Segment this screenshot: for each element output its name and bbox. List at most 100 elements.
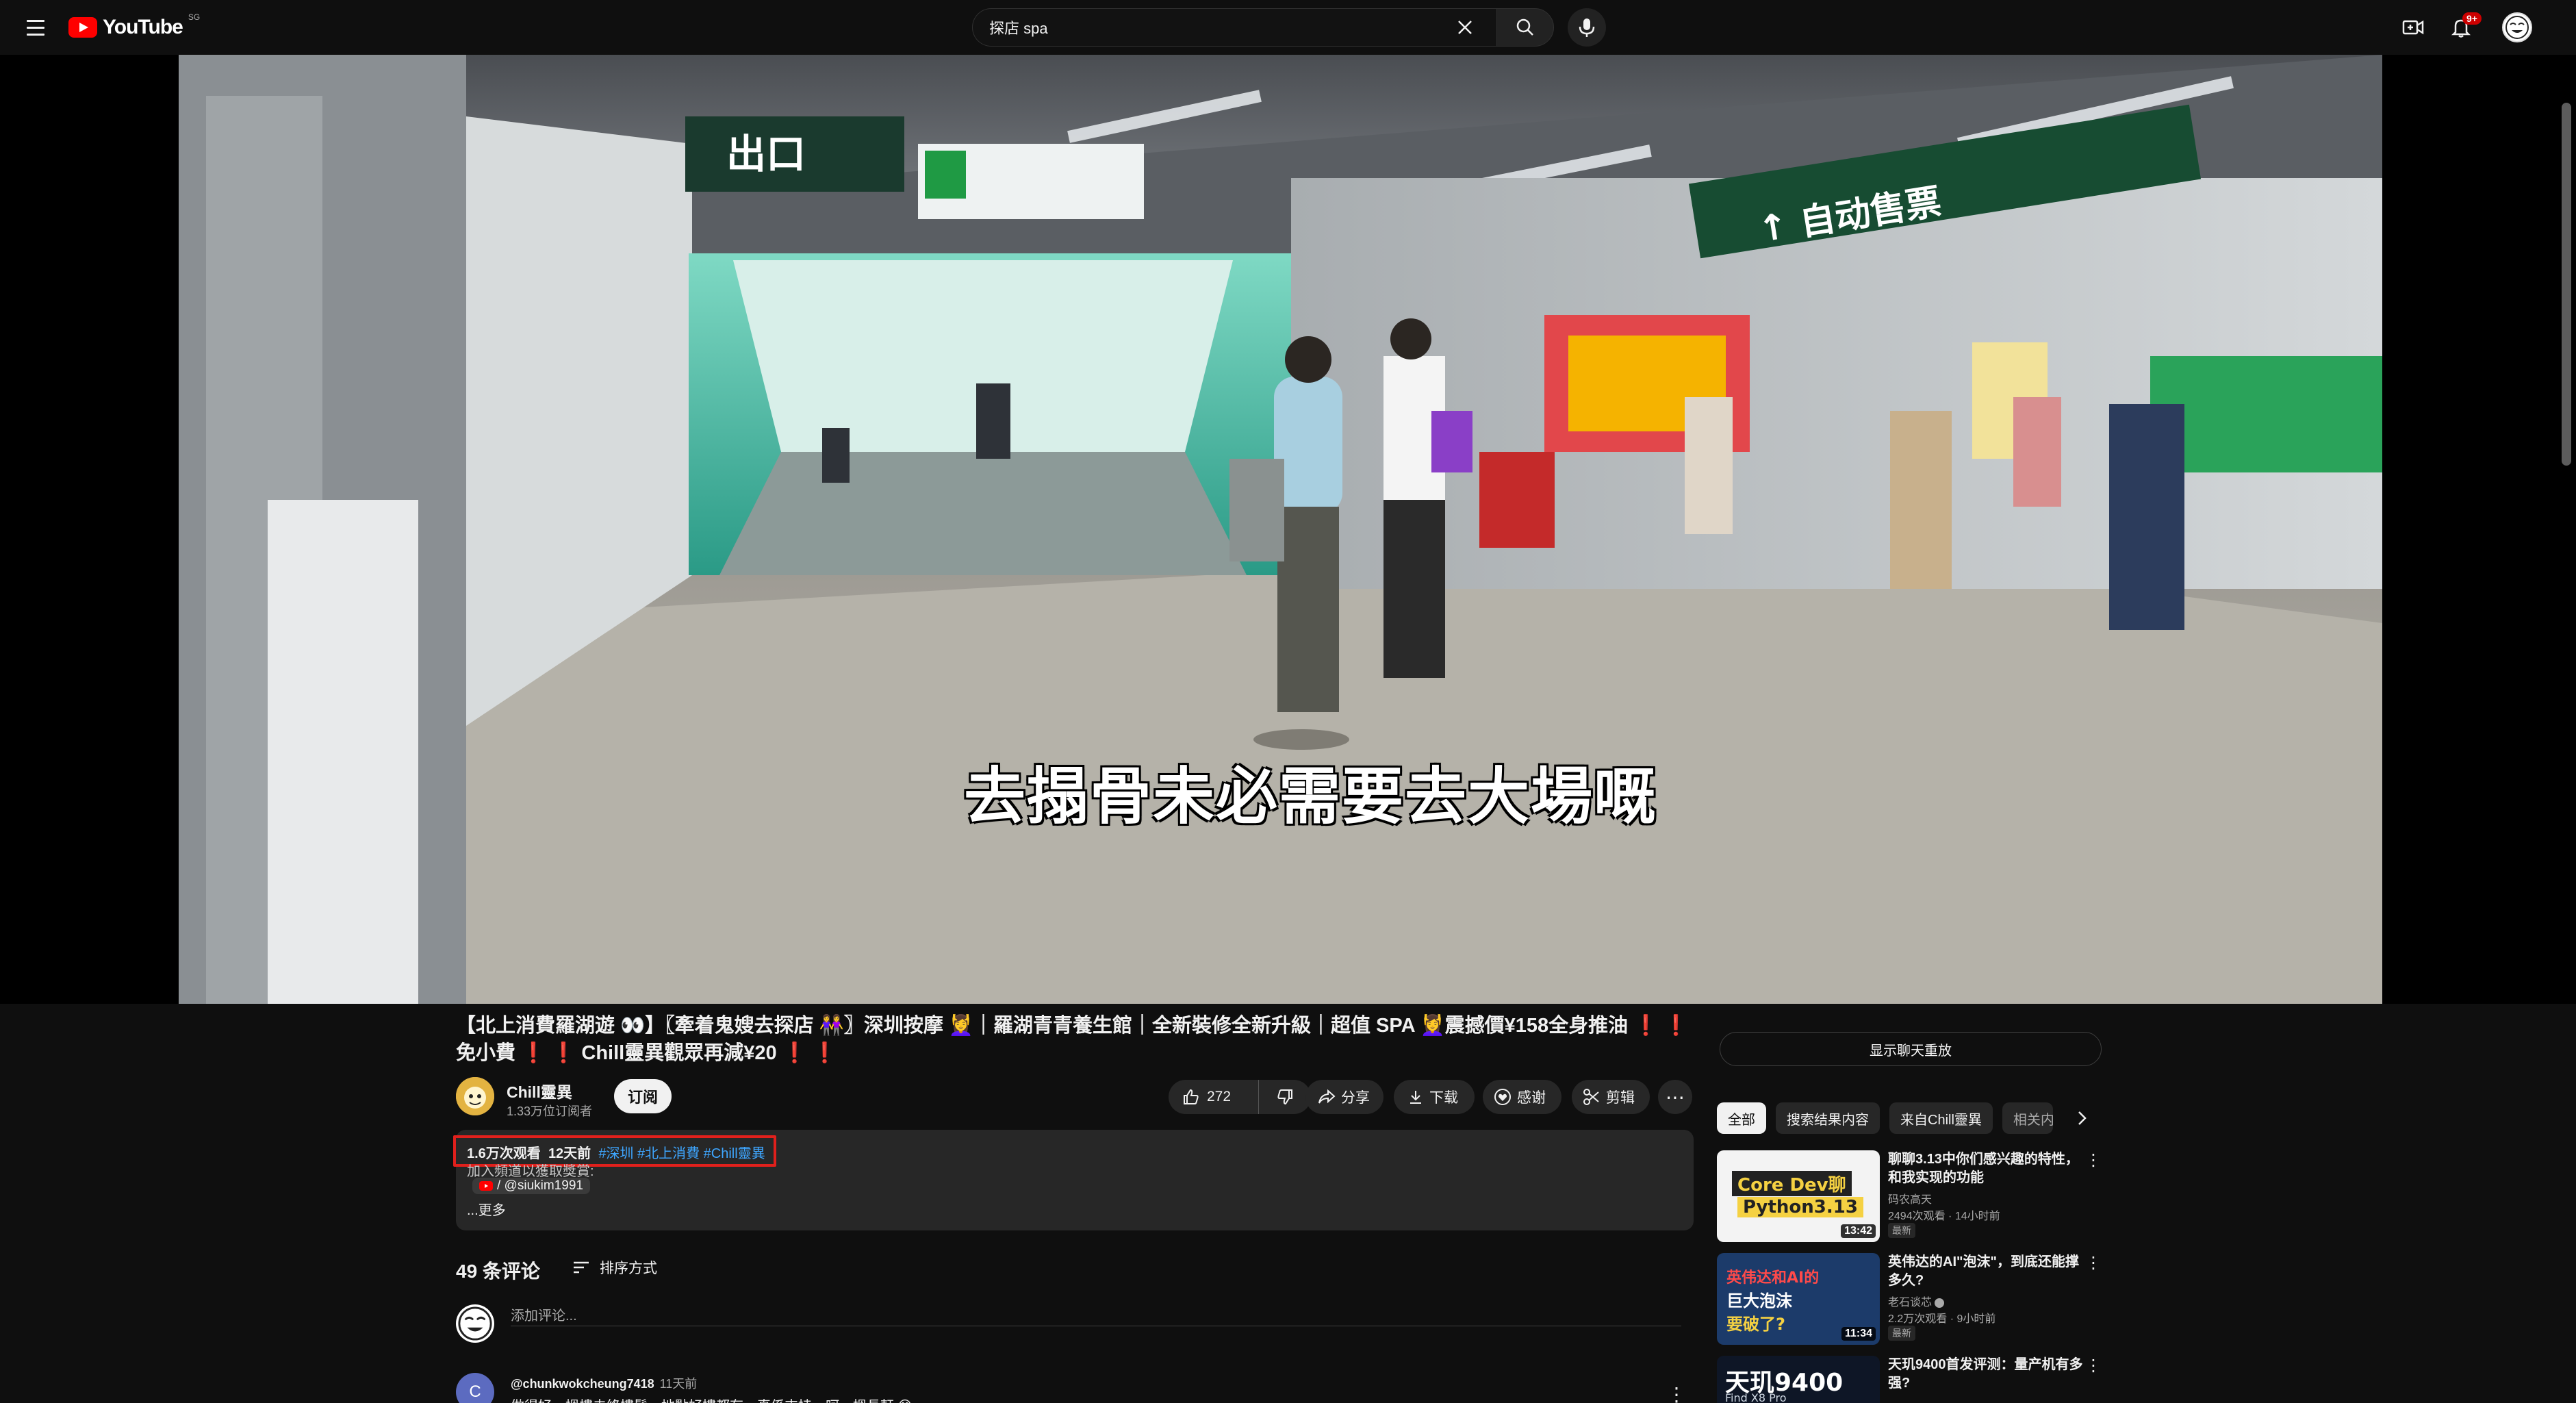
thumbnail-text: 要破了? bbox=[1726, 1315, 1785, 1334]
chevron-right-icon[interactable] bbox=[2067, 1104, 2096, 1133]
share-icon bbox=[1318, 1089, 1336, 1104]
like-button[interactable]: 272 bbox=[1169, 1080, 1259, 1114]
channel-link-text: / @siukim1991 bbox=[497, 1178, 583, 1193]
video-subtitle: 去搨骨未必需要去大場嘅 bbox=[964, 763, 1657, 831]
channel-subscriber-count: 1.33万位订阅者 bbox=[507, 1104, 593, 1118]
chip-all[interactable]: 全部 bbox=[1717, 1102, 1766, 1134]
video-duration: 11:34 bbox=[1841, 1327, 1876, 1341]
subscribe-button[interactable]: 订阅 bbox=[614, 1079, 672, 1113]
description-line: 加入頻道以獲取獎賞: bbox=[467, 1164, 594, 1179]
download-icon bbox=[1410, 1091, 1421, 1104]
comments-count: 49 条评论 bbox=[456, 1261, 540, 1282]
thanks-heart-icon bbox=[1494, 1089, 1511, 1105]
rec-views: 2494次观看 · 14小时前 bbox=[1888, 1211, 2000, 1222]
description-box[interactable]: 1.6万次观看 12天前 #深圳 #北上消費 #Chill靈異 加入頻道以獲取獎… bbox=[453, 1130, 1694, 1230]
clear-search-icon[interactable] bbox=[1451, 14, 1479, 41]
comment-menu-icon[interactable]: ⋮ bbox=[1667, 1383, 1686, 1403]
video-frame[interactable]: 出口 ↑ 自动售票 去搨骨未必需要去大場嘅 bbox=[179, 55, 2382, 1004]
video-thumbnail[interactable]: 英伟达和AI的 巨大泡沫 要破了? 11:34 bbox=[1717, 1253, 1880, 1345]
chip-search-results[interactable]: 搜索结果内容 bbox=[1776, 1102, 1880, 1134]
channel-name[interactable]: Chill靈異 bbox=[507, 1079, 572, 1102]
rec-channel[interactable]: 码农高天 bbox=[1888, 1190, 1932, 1206]
thumbs-down-icon bbox=[1277, 1089, 1292, 1105]
search-icon bbox=[1516, 18, 1534, 36]
thumbnail-text: Find X8 Pro bbox=[1725, 1391, 1787, 1403]
chip-related[interactable]: 相关内容 bbox=[2002, 1102, 2053, 1134]
new-badge: 最新 bbox=[1888, 1223, 1915, 1238]
youtube-play-icon bbox=[68, 17, 97, 38]
create-video-icon[interactable] bbox=[2399, 14, 2427, 41]
download-label: 下载 bbox=[1429, 1090, 1458, 1106]
my-avatar bbox=[456, 1304, 494, 1343]
chip-from-channel[interactable]: 来自Chill靈異 bbox=[1889, 1102, 1993, 1134]
thumbnail-text: 巨大泡沫 bbox=[1726, 1291, 1792, 1311]
verified-icon bbox=[1935, 1298, 1945, 1308]
new-badge: 最新 bbox=[1888, 1326, 1915, 1341]
video-player[interactable]: 出口 ↑ 自动售票 去搨骨未必需要去大場嘅 bbox=[0, 55, 2576, 1004]
video-thumbnail[interactable]: Core Dev聊 Python3.13 13:42 bbox=[1717, 1150, 1880, 1242]
comment-author[interactable]: @chunkwokcheung7418 11天前 bbox=[511, 1374, 697, 1392]
channel-link-chip[interactable]: / @siukim1991 bbox=[472, 1178, 590, 1194]
scissors-icon bbox=[1583, 1089, 1599, 1105]
recommendation-filter-chips: 全部 搜索结果内容 来自Chill靈異 相关内容 bbox=[1717, 1102, 2053, 1134]
video-thumbnail[interactable]: 天玑9400 Find X8 Pro bbox=[1717, 1356, 1880, 1403]
comment-text: 做得好，搵樓去終摟鬆，地點好摟都有，真係支持。呵，搵長軒 😊 bbox=[511, 1395, 912, 1403]
more-actions-button[interactable]: ⋯ bbox=[1658, 1080, 1692, 1114]
rec-menu-icon[interactable]: ⋮ bbox=[2085, 1150, 2102, 1170]
rec-title[interactable]: 英伟达的AI"泡沫"，到底还能撑多久? bbox=[1888, 1253, 2087, 1290]
rec-views: 2.2万次观看 · 9小时前 bbox=[1888, 1313, 1996, 1325]
recommended-video[interactable]: 天玑9400 Find X8 Pro 天玑9400首发评测：量产机有多强? ⋮ bbox=[1717, 1356, 2102, 1403]
clip-button[interactable]: 剪辑 bbox=[1572, 1080, 1650, 1114]
youtube-watch-page: YouTube SG 9+ bbox=[0, 0, 2576, 1403]
hamburger-menu-icon[interactable] bbox=[21, 12, 51, 42]
page-scrollbar[interactable] bbox=[2562, 103, 2571, 466]
thumbs-up-icon bbox=[1184, 1089, 1199, 1104]
rec-channel-name[interactable]: 老石谈芯 bbox=[1888, 1297, 1932, 1309]
rec-menu-icon[interactable]: ⋮ bbox=[2085, 1253, 2102, 1273]
search-bar bbox=[972, 8, 1554, 47]
search-button[interactable] bbox=[1496, 8, 1554, 47]
video-scene-image: 出口 ↑ 自动售票 bbox=[179, 55, 2382, 1004]
recommended-video[interactable]: 英伟达和AI的 巨大泡沫 要破了? 11:34 英伟达的AI"泡沫"，到底还能撑… bbox=[1717, 1253, 2102, 1349]
sort-icon bbox=[574, 1261, 589, 1274]
thanks-button[interactable]: 感谢 bbox=[1483, 1080, 1561, 1114]
notification-count-badge: 9+ bbox=[2462, 12, 2482, 25]
video-duration: 13:42 bbox=[1841, 1224, 1876, 1238]
thumbnail-text: Python3.13 bbox=[1737, 1197, 1863, 1217]
like-count: 272 bbox=[1207, 1089, 1232, 1104]
description-more-link[interactable]: ...更多 bbox=[467, 1199, 506, 1219]
thanks-label: 感谢 bbox=[1517, 1090, 1546, 1106]
like-dislike-group: 272 bbox=[1169, 1080, 1311, 1114]
microphone-icon bbox=[1579, 18, 1595, 37]
voice-search-button[interactable] bbox=[1568, 8, 1606, 47]
notifications-button[interactable]: 9+ bbox=[2447, 12, 2482, 41]
account-avatar[interactable] bbox=[2502, 12, 2532, 42]
rec-menu-icon[interactable]: ⋮ bbox=[2085, 1356, 2102, 1376]
thumbnail-text: 英伟达和AI的 bbox=[1726, 1269, 1820, 1287]
logo-text: YouTube bbox=[103, 16, 183, 38]
comment-time: 11天前 bbox=[659, 1377, 698, 1391]
top-bar: YouTube SG 9+ bbox=[0, 0, 2576, 55]
add-comment-input[interactable]: 添加评论... bbox=[511, 1304, 1681, 1326]
logo-country-code: SG bbox=[188, 12, 201, 22]
youtube-logo[interactable]: YouTube SG bbox=[68, 12, 201, 40]
commenter-avatar[interactable]: C bbox=[456, 1373, 494, 1403]
dislike-button[interactable] bbox=[1259, 1080, 1311, 1114]
recommended-video[interactable]: Core Dev聊 Python3.13 13:42 聊聊3.13中你们感兴趣的… bbox=[1717, 1150, 2102, 1246]
youtube-small-icon bbox=[479, 1181, 493, 1191]
share-label: 分享 bbox=[1341, 1090, 1370, 1106]
clip-label: 剪辑 bbox=[1606, 1090, 1635, 1106]
sort-label: 排序方式 bbox=[600, 1261, 657, 1276]
rec-title[interactable]: 聊聊3.13中你们感兴趣的特性，和我实现的功能 bbox=[1888, 1150, 2087, 1187]
sort-comments-button[interactable]: 排序方式 bbox=[572, 1255, 657, 1280]
rec-channel[interactable]: 老石谈芯 bbox=[1888, 1293, 1945, 1309]
download-button[interactable]: 下载 bbox=[1394, 1080, 1475, 1114]
video-title: 【北上消費羅湖遊 👀】〖牽着鬼嫂去探店 👭〗深圳按摩 💆‍♀️｜羅湖青青養生館｜… bbox=[456, 1015, 1689, 1064]
show-chat-replay-button[interactable]: 显示聊天重放 bbox=[1720, 1032, 2102, 1066]
rec-title[interactable]: 天玑9400首发评测：量产机有多强? bbox=[1888, 1356, 2087, 1393]
search-input[interactable] bbox=[972, 8, 1497, 47]
comment-author-name[interactable]: @chunkwokcheung7418 bbox=[511, 1377, 654, 1391]
channel-avatar[interactable] bbox=[456, 1077, 494, 1115]
svg-text:出口: 出口 bbox=[726, 131, 806, 177]
share-button[interactable]: 分享 bbox=[1305, 1080, 1383, 1114]
